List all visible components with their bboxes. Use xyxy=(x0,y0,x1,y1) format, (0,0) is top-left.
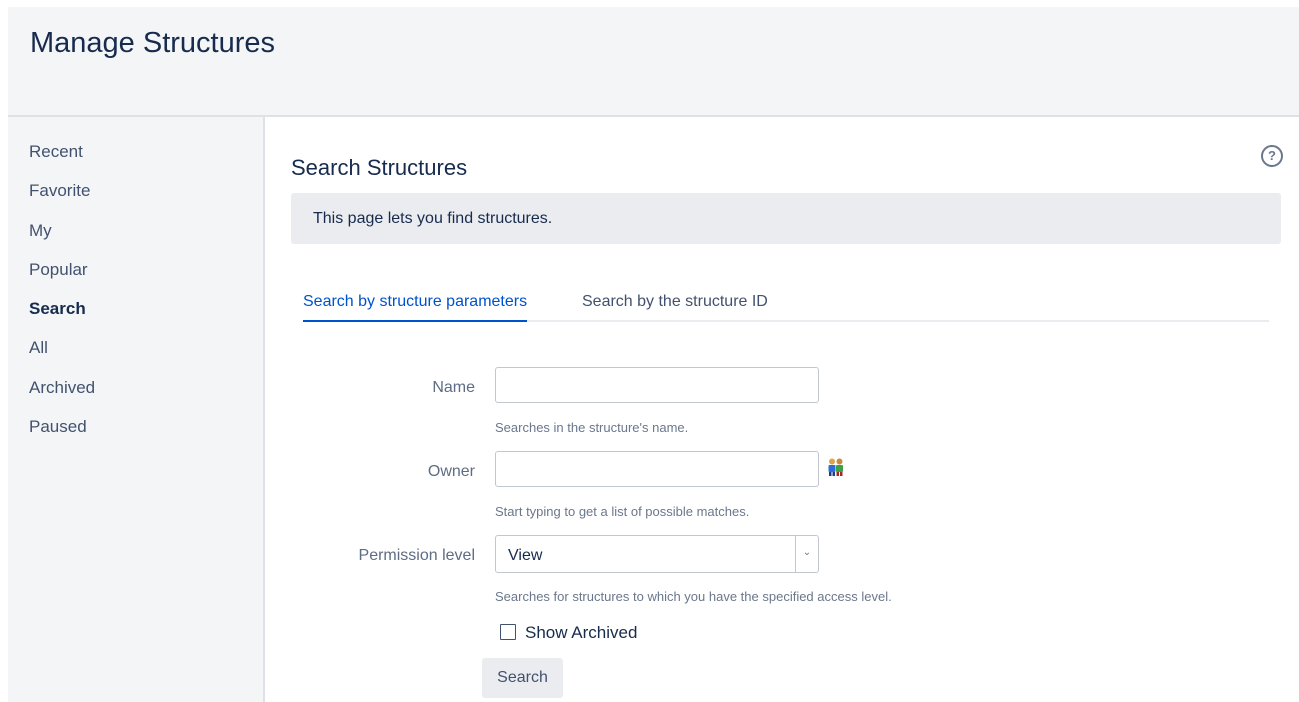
info-message-text: This page lets you find structures. xyxy=(313,210,553,227)
sidebar-item-all[interactable]: All xyxy=(29,338,48,358)
name-hint: Searches in the structure's name. xyxy=(495,420,689,435)
sidebar-item-my[interactable]: My xyxy=(29,221,52,241)
owner-label: Owner xyxy=(427,463,475,480)
tab-search-by-parameters[interactable]: Search by structure parameters xyxy=(303,293,528,322)
sidebar-item-popular[interactable]: Popular xyxy=(29,260,88,280)
search-button[interactable]: Search xyxy=(482,658,563,698)
page-title: Manage Structures xyxy=(30,27,276,59)
chevron-down-icon[interactable]: ⌄ xyxy=(795,536,818,572)
name-label: Name xyxy=(432,379,475,396)
section-title: Search Structures xyxy=(291,155,468,180)
sidebar-item-recent[interactable]: Recent xyxy=(29,142,83,162)
info-message: This page lets you find structures. xyxy=(291,193,1281,244)
permission-level-hint: Searches for structures to which you hav… xyxy=(495,589,892,604)
permission-level-select[interactable]: View ⌄ xyxy=(495,535,819,573)
permission-level-label: Permission level xyxy=(358,547,475,564)
show-archived-checkbox[interactable] xyxy=(500,624,516,640)
page-header: Manage Structures xyxy=(8,7,1299,117)
sidebar-item-archived[interactable]: Archived xyxy=(29,378,95,398)
owner-hint: Start typing to get a list of possible m… xyxy=(495,504,750,519)
tab-search-by-id[interactable]: Search by the structure ID xyxy=(582,293,768,320)
owner-input[interactable] xyxy=(495,451,819,487)
search-tabs: Search by structure parameters Search by… xyxy=(303,287,1269,322)
sidebar-item-paused[interactable]: Paused xyxy=(29,417,87,437)
main-content: ? Search Structures This page lets you f… xyxy=(265,117,1299,702)
show-archived-label[interactable]: Show Archived xyxy=(525,623,637,643)
permission-level-value: View xyxy=(508,547,543,564)
sidebar-item-search[interactable]: Search xyxy=(29,299,86,319)
name-input[interactable] xyxy=(495,367,819,403)
help-icon[interactable]: ? xyxy=(1261,145,1283,167)
sidebar-item-favorite[interactable]: Favorite xyxy=(29,181,90,201)
sidebar: Recent Favorite My Popular Search All Ar… xyxy=(8,117,265,702)
user-picker-icon[interactable] xyxy=(826,457,846,477)
